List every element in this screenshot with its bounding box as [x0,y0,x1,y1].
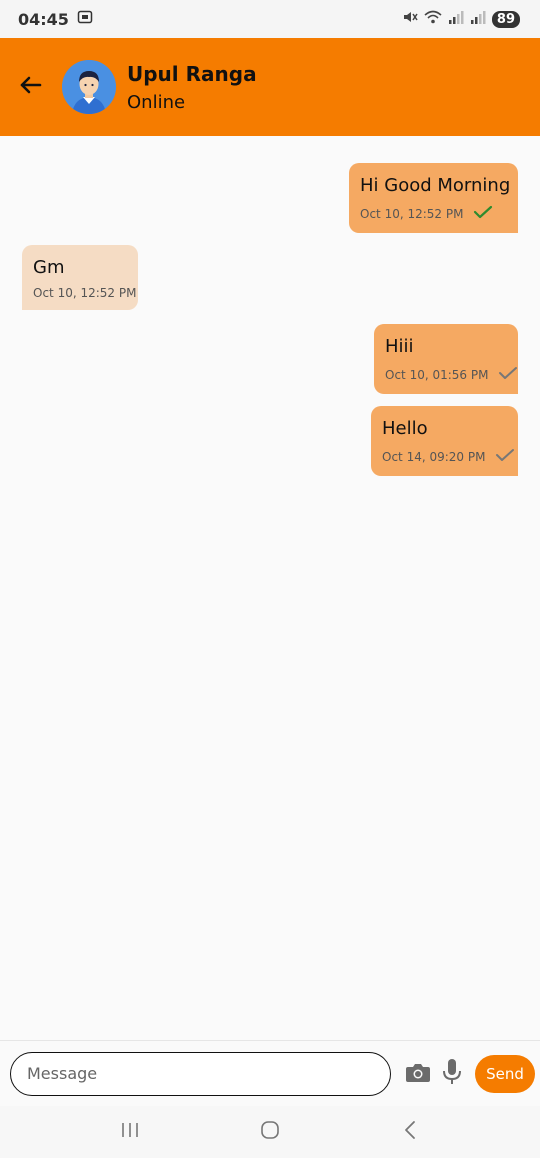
message-bubble-outgoing[interactable]: Hi Good Morning Oct 10, 12:52 PM [349,163,518,233]
message-meta: Oct 10, 12:52 PM [33,286,136,300]
sent-check-icon [495,447,515,466]
signal-icon-2 [470,9,486,29]
chevron-left-icon [403,1120,417,1144]
message-time: Oct 10, 01:56 PM [385,367,489,382]
status-right: 89 [402,9,520,29]
screenshot-icon [77,9,93,29]
avatar[interactable] [62,60,116,114]
home-button[interactable] [240,1112,300,1152]
signal-icon-1 [448,9,464,29]
sent-check-icon [498,365,518,384]
message-text: Gm [33,257,65,278]
home-icon [260,1120,280,1144]
contact-name: Upul Ranga [127,61,257,86]
recents-button[interactable] [100,1112,160,1152]
message-meta: Oct 10, 12:52 PM [360,204,507,223]
camera-icon [405,1061,431,1087]
back-button[interactable] [0,38,62,136]
send-button[interactable]: Send [475,1054,535,1093]
mute-icon [402,9,418,29]
system-nav-bar [0,1106,540,1158]
contact-status: Online [127,91,186,113]
camera-button[interactable] [401,1052,435,1096]
microphone-icon [442,1058,462,1090]
message-meta: Oct 14, 09:20 PM [382,447,515,466]
contact-info[interactable]: Upul Ranga Online [127,62,257,113]
message-meta: Oct 10, 01:56 PM [385,365,518,384]
message-list[interactable]: Hi Good Morning Oct 10, 12:52 PM Gm Oct … [0,136,540,1040]
arrow-left-icon [20,76,42,98]
status-time: 04:45 [18,9,69,29]
status-bar: 04:45 89 [0,0,540,38]
message-text: Hiii [385,336,414,357]
message-text: Hi Good Morning [360,175,511,196]
wifi-icon [424,9,442,29]
message-input[interactable] [10,1051,391,1096]
system-back-button[interactable] [380,1112,440,1152]
message-time: Oct 10, 12:52 PM [33,286,137,300]
read-check-icon [473,204,493,223]
composer-bar: Send [0,1040,540,1106]
status-left: 04:45 [18,9,93,29]
recents-icon [120,1121,140,1143]
message-time: Oct 10, 12:52 PM [360,206,464,221]
message-time: Oct 14, 09:20 PM [382,449,486,464]
battery-indicator: 89 [491,10,520,28]
message-bubble-outgoing[interactable]: Hello Oct 14, 09:20 PM [371,406,518,476]
microphone-button[interactable] [435,1052,469,1096]
chat-header: Upul Ranga Online [0,38,540,136]
message-bubble-incoming[interactable]: Gm Oct 10, 12:52 PM [22,245,138,310]
message-bubble-outgoing[interactable]: Hiii Oct 10, 01:56 PM [374,324,518,394]
message-text: Hello [382,418,428,439]
